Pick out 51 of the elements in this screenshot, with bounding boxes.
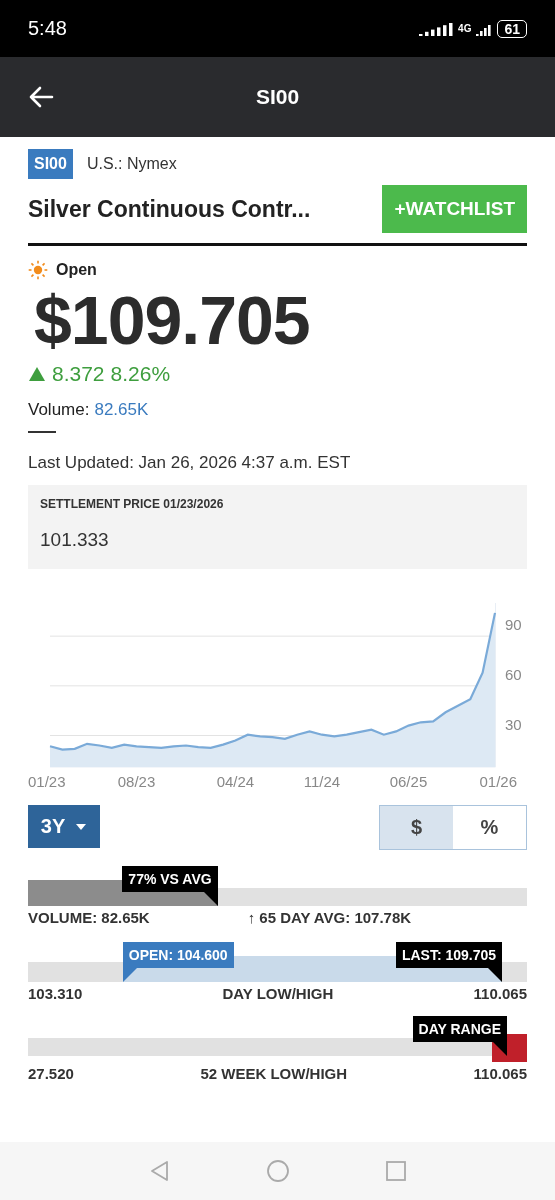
mode-toggle[interactable]: $ [380, 806, 453, 849]
screen-title: SI00 [254, 85, 301, 109]
back-triangle-icon[interactable] [148, 1160, 171, 1182]
axis-tick-label: 04/24 [216, 773, 255, 790]
axis-tick-label: 08/23 [117, 773, 156, 790]
change-value: 8.372 [52, 362, 105, 386]
high-value: 110.065 [473, 985, 527, 1002]
status-time: 5:48 [28, 17, 67, 40]
tag-pointer [493, 1042, 508, 1056]
market-status: Open [56, 261, 97, 279]
open-price-tag: OPEN: 104.600 [122, 942, 234, 968]
up-triangle-icon [28, 366, 46, 382]
caret-icon [75, 822, 88, 831]
network-label: 4G [458, 23, 472, 34]
axis-tick-label: 01/26 [479, 773, 517, 790]
axis-tick-label: 06/25 [389, 773, 428, 790]
instrument-name: Silver Continuous Contr... [28, 195, 311, 223]
day-range-tag: DAY RANGE [412, 1016, 508, 1042]
square-icon[interactable] [384, 1160, 407, 1182]
axis-tick-label: 11/24 [303, 773, 341, 790]
sun-icon [28, 260, 48, 280]
price-value: $109.705 [34, 286, 311, 354]
settlement-value: 101.333 [40, 529, 110, 551]
range-title: 52 WEEK LOW/HIGH [200, 1065, 348, 1082]
axis-tick-label: 90 [505, 616, 522, 634]
volume-value: 82.65K [94, 400, 149, 420]
axis-tick-label: 30 [505, 715, 522, 733]
settlement-label: SETTLEMENT PRICE 01/23/2026 [40, 497, 225, 511]
signal-icon [419, 21, 454, 36]
low-value: 103.310 [28, 985, 83, 1002]
last-price-tag: LAST: 109.705 [395, 942, 503, 968]
period-dropdown[interactable]: 3Y [28, 805, 100, 848]
home-circle-icon[interactable] [265, 1159, 290, 1183]
axis-tick-label: 60 [505, 665, 522, 683]
axis-tick-label: 01/23 [28, 773, 66, 790]
volume-label: VOLUME: 82.65K [28, 909, 150, 926]
symbol-badge: SI00 [28, 149, 73, 179]
exchange-label: U.S.: Nymex [86, 155, 177, 173]
average-volume-label: ↑ 65 DAY AVG: 107.78K [247, 909, 412, 926]
tag-pointer [203, 892, 218, 906]
volume-comparison-tag: 77% VS AVG [122, 866, 218, 892]
battery-indicator: 61 [497, 19, 527, 38]
change-percent: 8.26% [110, 362, 171, 386]
range-title: DAY LOW/HIGH [222, 985, 334, 1002]
last-updated-text: Last Updated: Jan 26, 2026 4:37 a.m. EST [28, 453, 352, 473]
tag-pointer [122, 968, 137, 982]
volume-label: Volume: [28, 400, 90, 420]
back-arrow-icon[interactable] [28, 86, 54, 108]
high-value: 110.065 [473, 1065, 527, 1082]
tag-pointer [488, 968, 503, 982]
low-value: 27.520 [28, 1065, 74, 1082]
